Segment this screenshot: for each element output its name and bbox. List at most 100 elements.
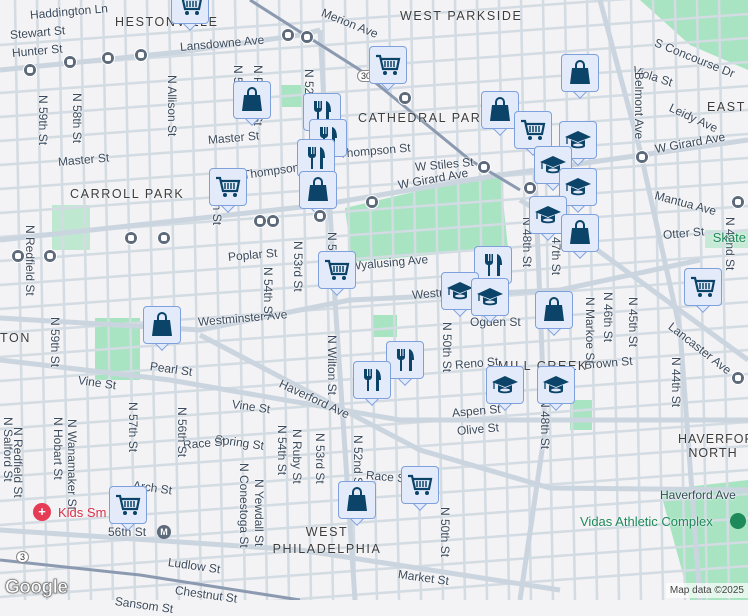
street-label: N Wilton St xyxy=(325,335,339,396)
poi-skate[interactable]: Skate xyxy=(713,230,746,245)
transit-stop-icon[interactable] xyxy=(43,249,57,263)
fork-knife-icon xyxy=(479,251,507,279)
marker-box xyxy=(233,81,271,119)
transit-stop-icon[interactable] xyxy=(63,55,77,69)
minor-road xyxy=(651,0,665,600)
graduation-cap-icon xyxy=(534,201,562,229)
shopping-bag-icon xyxy=(148,311,176,339)
neighborhood-label: EAST xyxy=(706,100,746,114)
map-attribution[interactable]: Map data ©2025 xyxy=(665,583,748,598)
school-marker[interactable] xyxy=(537,366,575,412)
bag-marker[interactable] xyxy=(338,481,376,527)
cart-marker[interactable] xyxy=(209,168,247,214)
street-label: N 50th St xyxy=(438,507,452,558)
transit-stop-icon[interactable] xyxy=(23,63,37,77)
shopping-bag-icon xyxy=(343,486,371,514)
bag-marker[interactable] xyxy=(535,291,573,337)
food-marker[interactable] xyxy=(386,341,424,387)
street-label: Belmont Ave xyxy=(632,72,646,140)
street-label: N 54th St xyxy=(261,267,275,318)
transit-stop-icon[interactable] xyxy=(313,209,327,223)
marker-box xyxy=(143,306,181,344)
marker-box xyxy=(109,486,147,524)
street-label: Haverford Ave xyxy=(660,488,736,502)
transit-stop-icon[interactable] xyxy=(266,214,280,228)
school-marker[interactable] xyxy=(486,366,524,412)
street-label: N Salford St xyxy=(1,417,15,482)
transit-stop-icon[interactable] xyxy=(365,195,379,209)
street-label: N Hobart St xyxy=(51,417,65,480)
shopping-cart-icon xyxy=(406,471,434,499)
school-marker[interactable] xyxy=(471,278,509,324)
street-label: N 44th St xyxy=(669,357,683,408)
transit-stop-icon[interactable] xyxy=(731,195,745,209)
marker-box xyxy=(537,366,575,404)
metro-station-icon[interactable]: M xyxy=(157,525,171,539)
street-label: N Allison St xyxy=(165,75,179,137)
marker-box xyxy=(318,251,356,289)
poi-kids-smiles[interactable]: Kids Sm xyxy=(58,505,106,520)
street-label: N Redfield St xyxy=(23,225,37,296)
shopping-cart-icon xyxy=(323,256,351,284)
transit-stop-icon[interactable] xyxy=(253,214,267,228)
minor-road xyxy=(145,0,159,600)
transit-stop-icon[interactable] xyxy=(11,249,25,263)
graduation-cap-icon xyxy=(542,371,570,399)
cart-marker[interactable] xyxy=(171,0,209,32)
marker-box xyxy=(486,366,524,404)
neighborhood-label: CATHEDRAL PARK xyxy=(358,111,492,125)
marker-box xyxy=(684,268,722,306)
cart-marker[interactable] xyxy=(318,251,356,297)
food-marker[interactable] xyxy=(353,361,391,407)
graduation-cap-icon xyxy=(564,173,592,201)
street-label: N Conestoga St xyxy=(237,463,251,548)
neighborhood-label: HAVERFORD NORTH xyxy=(678,432,748,460)
shopping-cart-icon xyxy=(689,273,717,301)
street-label: N 53rd St xyxy=(291,241,305,292)
marker-box xyxy=(535,291,573,329)
transit-stop-icon[interactable] xyxy=(157,231,171,245)
shopping-bag-icon xyxy=(238,86,266,114)
transit-stop-icon[interactable] xyxy=(398,91,412,105)
graduation-cap-icon xyxy=(491,371,519,399)
street-label: N 50th St xyxy=(440,322,454,373)
fork-knife-icon xyxy=(302,144,330,172)
poi-vidas-athletic-complex[interactable]: Vidas Athletic Complex xyxy=(580,514,713,529)
hospital-pin-icon[interactable]: + xyxy=(33,503,51,521)
cart-marker[interactable] xyxy=(401,466,439,512)
shopping-cart-icon xyxy=(374,51,402,79)
street-label: N 59th St xyxy=(36,95,50,146)
bag-marker[interactable] xyxy=(143,306,181,352)
park-pin-icon[interactable] xyxy=(730,513,746,529)
neighborhood-label: TON xyxy=(0,331,31,345)
marker-box xyxy=(514,111,552,149)
street-label: N 59th St xyxy=(48,317,62,368)
bag-marker[interactable] xyxy=(561,214,599,260)
street-label: N 45th St xyxy=(626,297,640,348)
street-label: N 56th St xyxy=(175,407,189,458)
transit-stop-icon[interactable] xyxy=(731,371,745,385)
route-shield: 3 xyxy=(16,551,30,563)
bag-marker[interactable] xyxy=(233,81,271,127)
transit-stop-icon[interactable] xyxy=(281,28,295,42)
shopping-cart-icon xyxy=(519,116,547,144)
cart-marker[interactable] xyxy=(369,46,407,92)
marker-box xyxy=(561,54,599,92)
marker-box xyxy=(171,0,209,24)
bag-marker[interactable] xyxy=(561,54,599,100)
transit-stop-icon[interactable] xyxy=(134,48,148,62)
shopping-cart-icon xyxy=(176,0,204,19)
shopping-bag-icon xyxy=(540,296,568,324)
cart-marker[interactable] xyxy=(109,486,147,532)
cart-marker[interactable] xyxy=(684,268,722,314)
transit-stop-icon[interactable] xyxy=(635,150,649,164)
fork-knife-icon xyxy=(391,346,419,374)
transit-stop-icon[interactable] xyxy=(477,160,491,174)
shopping-bag-icon xyxy=(304,176,332,204)
transit-stop-icon[interactable] xyxy=(300,30,314,44)
minor-road xyxy=(13,0,27,600)
transit-stop-icon[interactable] xyxy=(124,231,138,245)
marker-box xyxy=(353,361,391,399)
transit-stop-icon[interactable] xyxy=(101,51,115,65)
google-logo: Google xyxy=(5,577,69,599)
